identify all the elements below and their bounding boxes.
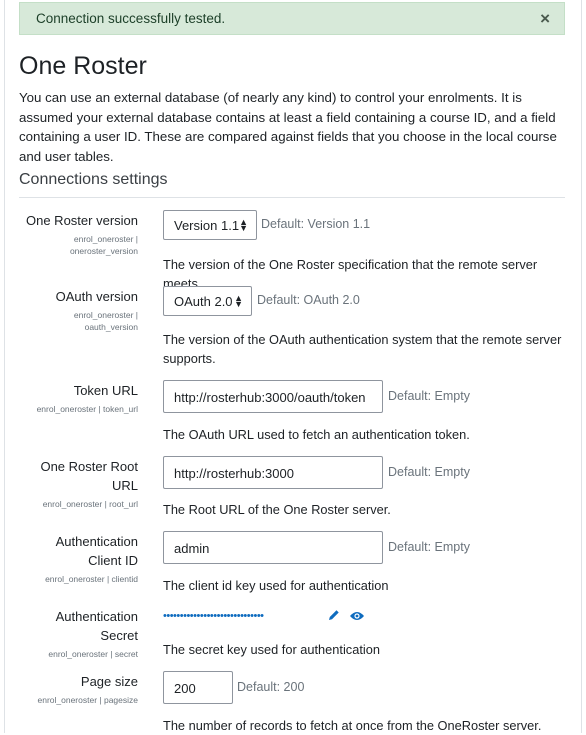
setting-name: Authentication Client ID xyxy=(55,534,138,568)
page-frame-left xyxy=(4,0,5,733)
root-url-input[interactable]: http://rosterhub:3000 xyxy=(163,456,383,489)
page-frame-right xyxy=(581,0,582,733)
setting-name: One Roster Root URL xyxy=(40,459,138,493)
setting-key: enrol_oneroster | token_url xyxy=(36,404,138,414)
setting-label-token: Token URL enrol_oneroster | token_url xyxy=(19,381,138,415)
default-oauth: Default: OAuth 2.0 xyxy=(257,293,360,307)
masked-secret[interactable]: •••••••••••••••••••••••••••••• xyxy=(163,610,264,622)
default-token: Default: Empty xyxy=(388,389,470,403)
eye-icon[interactable] xyxy=(349,609,365,627)
select-value: OAuth 2.0 xyxy=(174,294,233,309)
setting-desc-pagesize: The number of records to fetch at once f… xyxy=(163,718,542,733)
sort-caret-icon: ▲ ▼ xyxy=(234,293,243,309)
setting-desc-token: The OAuth URL used to fetch an authentic… xyxy=(163,427,470,442)
setting-label-root: One Roster Root URL enrol_oneroster | ro… xyxy=(19,457,138,510)
page-title: One Roster xyxy=(19,52,147,80)
setting-label-client: Authentication Client ID enrol_oneroster… xyxy=(19,532,138,585)
close-icon[interactable]: × xyxy=(540,9,550,29)
setting-key: enrol_oneroster | oneroster_version xyxy=(69,234,138,256)
setting-label-pagesize: Page size enrol_oneroster | pagesize xyxy=(19,672,139,706)
pencil-icon[interactable] xyxy=(327,608,341,627)
default-version: Default: Version 1.1 xyxy=(261,217,371,231)
default-root: Default: Empty xyxy=(388,465,470,479)
select-value: Version 1.1 xyxy=(174,218,240,233)
setting-label-secret: Authentication Secret enrol_oneroster | … xyxy=(19,607,138,660)
setting-name: OAuth version xyxy=(55,289,138,304)
page-intro: You can use an external database (of nea… xyxy=(19,90,557,164)
setting-desc-secret: The secret key used for authentication xyxy=(163,642,380,657)
client-id-input[interactable]: admin xyxy=(163,531,383,564)
success-alert: Connection successfully tested. × xyxy=(19,2,565,35)
section-divider xyxy=(19,197,565,198)
setting-desc-oauth: The version of the OAuth authentication … xyxy=(163,332,562,366)
page-size-input[interactable]: 200 xyxy=(163,671,233,704)
setting-desc-client: The client id key used for authenticatio… xyxy=(163,578,389,593)
alert-message: Connection successfully tested. xyxy=(36,11,226,26)
setting-key: enrol_oneroster | pagesize xyxy=(37,695,139,705)
setting-label-oauth: OAuth version enrol_oneroster | oauth_ver… xyxy=(19,287,138,333)
setting-name: Authentication Secret xyxy=(55,609,138,643)
version-select[interactable]: Version 1.1 ▲ ▼ xyxy=(163,210,257,240)
default-pagesize: Default: 200 xyxy=(237,680,305,694)
setting-key: enrol_oneroster | oauth_version xyxy=(73,310,138,332)
setting-name: One Roster version xyxy=(26,213,138,228)
setting-name: Token URL xyxy=(73,383,138,398)
setting-key: enrol_oneroster | root_url xyxy=(42,499,138,509)
default-client: Default: Empty xyxy=(388,540,470,554)
sort-caret-icon: ▲ ▼ xyxy=(239,217,248,233)
setting-key: enrol_oneroster | secret xyxy=(48,649,138,659)
setting-label-version: One Roster version enrol_oneroster | oner… xyxy=(19,211,138,257)
setting-name: Page size xyxy=(80,674,138,689)
oauth-select[interactable]: OAuth 2.0 ▲ ▼ xyxy=(163,286,252,316)
section-title: Connections settings xyxy=(19,171,168,188)
setting-key: enrol_oneroster | clientid xyxy=(45,574,138,584)
token-url-input[interactable]: http://rosterhub:3000/oauth/token xyxy=(163,380,383,413)
setting-desc-root: The Root URL of the One Roster server. xyxy=(163,502,391,517)
